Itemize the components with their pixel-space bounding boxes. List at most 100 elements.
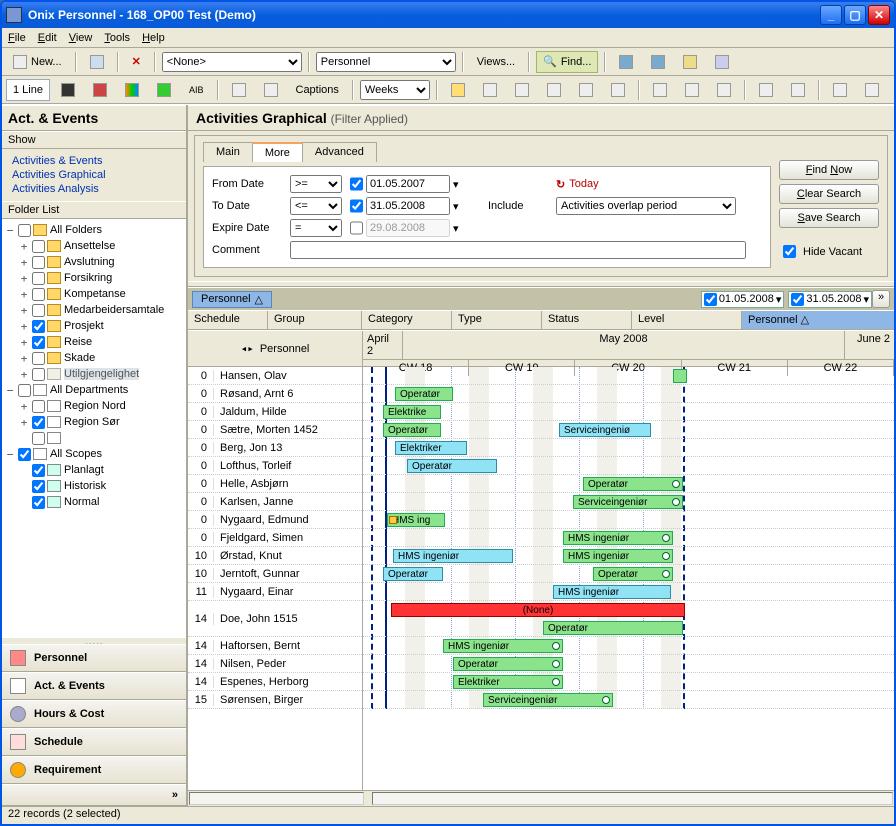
expire-op[interactable]: =: [290, 219, 342, 237]
person-row[interactable]: 0Sætre, Morten 1452: [188, 421, 362, 439]
nav-personnel[interactable]: Personnel: [2, 644, 186, 672]
gantt-bar[interactable]: Elektriker: [395, 441, 467, 455]
fromdate-input[interactable]: [366, 175, 450, 193]
chart-column[interactable]: April 2 May 2008 June 2 CW 18CW 19CW 20C…: [363, 331, 894, 790]
layout2-button[interactable]: [644, 51, 672, 73]
link-act-graphical[interactable]: Activities Graphical: [12, 169, 176, 181]
layout3-button[interactable]: [676, 51, 704, 73]
col-group[interactable]: Group: [268, 311, 362, 329]
nav-schedule[interactable]: Schedule: [2, 728, 186, 756]
person-row[interactable]: 0Karlsen, Janne: [188, 493, 362, 511]
g7[interactable]: [646, 79, 674, 101]
g6[interactable]: [604, 79, 632, 101]
scope-0[interactable]: Planlagt: [64, 464, 104, 476]
gantt-bar[interactable]: HMS ingeniør: [563, 531, 673, 545]
col-schedule[interactable]: Schedule: [188, 311, 268, 329]
folder-check-5[interactable]: [32, 320, 45, 333]
col-status[interactable]: Status: [542, 311, 632, 329]
range-to[interactable]: 31.05.2008▾: [788, 291, 872, 308]
folder-1[interactable]: Avslutning: [64, 256, 115, 268]
g8[interactable]: [678, 79, 706, 101]
gantt-bar[interactable]: Operatør: [383, 423, 441, 437]
alldepts-check[interactable]: [18, 384, 31, 397]
folder-3[interactable]: Kompetanse: [64, 288, 126, 300]
gantt-bar[interactable]: [673, 369, 687, 383]
gantt-bar[interactable]: Serviceingeniør: [483, 693, 613, 707]
range-from[interactable]: 01.05.2008▾: [701, 291, 785, 308]
group-chip[interactable]: Personnel△: [192, 291, 272, 308]
folder-2[interactable]: Forsikring: [64, 272, 112, 284]
todate-op[interactable]: <=: [290, 197, 342, 215]
folder-8[interactable]: Utilgjengelighet: [64, 368, 139, 380]
tab-main[interactable]: Main: [203, 142, 253, 162]
person-row[interactable]: 0Berg, Jon 13: [188, 439, 362, 457]
range-more[interactable]: »: [872, 290, 890, 308]
fromdate-drop[interactable]: ▾: [453, 178, 459, 191]
todate-input[interactable]: [366, 197, 450, 215]
folder-check-7[interactable]: [32, 352, 45, 365]
tool-icon-7[interactable]: [257, 79, 285, 101]
gantt-bar[interactable]: HMS ing: [387, 513, 445, 527]
g11[interactable]: [784, 79, 812, 101]
folder-5[interactable]: Prosjekt: [64, 320, 104, 332]
save-search-button[interactable]: Save Search: [779, 208, 879, 228]
gantt-bar[interactable]: Operatør: [593, 567, 673, 581]
layout1-button[interactable]: [612, 51, 640, 73]
g1[interactable]: [444, 79, 472, 101]
allscopes-check[interactable]: [18, 448, 31, 461]
folder-check-8[interactable]: [32, 368, 45, 381]
g9[interactable]: [710, 79, 738, 101]
col-category[interactable]: Category: [362, 311, 452, 329]
col-type[interactable]: Type: [452, 311, 542, 329]
views-button[interactable]: Views...: [470, 51, 522, 73]
person-row[interactable]: 0Hansen, Olav: [188, 367, 362, 385]
gantt-bar[interactable]: HMS ingeniør: [393, 549, 513, 563]
today-button[interactable]: Today: [556, 178, 746, 191]
person-row[interactable]: 14Nilsen, Peder: [188, 655, 362, 673]
dept-check-2[interactable]: [32, 432, 45, 445]
folder-check-0[interactable]: [32, 240, 45, 253]
maximize-button[interactable]: ▢: [844, 5, 866, 25]
folder-check-2[interactable]: [32, 272, 45, 285]
gantt-bar[interactable]: Elektrike: [383, 405, 441, 419]
scope-1[interactable]: Historisk: [64, 480, 106, 492]
scroll-left-right[interactable]: ◂▸: [241, 342, 254, 355]
tool-icon-5[interactable]: AIB: [182, 79, 211, 101]
folder-6[interactable]: Reise: [64, 336, 92, 348]
todate-drop[interactable]: ▾: [453, 200, 459, 213]
tab-advanced[interactable]: Advanced: [302, 142, 377, 162]
minimize-button[interactable]: _: [820, 5, 842, 25]
link-act-analysis[interactable]: Activities Analysis: [12, 183, 176, 195]
folder-check-6[interactable]: [32, 336, 45, 349]
allfolders-check[interactable]: [18, 224, 31, 237]
folder-check-3[interactable]: [32, 288, 45, 301]
find-button[interactable]: 🔍Find...: [536, 51, 598, 73]
gantt-bar[interactable]: HMS ingeniør: [553, 585, 671, 599]
gantt-bar[interactable]: HMS ingeniør: [563, 549, 673, 563]
person-row[interactable]: 0Nygaard, Edmund: [188, 511, 362, 529]
include-select[interactable]: Activities overlap period: [556, 197, 736, 215]
new-button[interactable]: New...: [6, 51, 69, 73]
gantt-bar[interactable]: (None): [391, 603, 685, 617]
one-line-button[interactable]: 1 Line: [6, 79, 50, 101]
gantt-bar[interactable]: Operatør: [395, 387, 453, 401]
scope-check-2[interactable]: [32, 496, 45, 509]
gantt-bar[interactable]: Operatør: [383, 567, 443, 581]
person-row[interactable]: 14Doe, John 1515: [188, 601, 362, 637]
g13[interactable]: [858, 79, 886, 101]
hide-vacant[interactable]: Hide Vacant: [779, 242, 879, 261]
gantt-bar[interactable]: Elektriker: [453, 675, 563, 689]
person-row[interactable]: 0Lofthus, Torleif: [188, 457, 362, 475]
gantt-bar[interactable]: Operatør: [453, 657, 563, 671]
person-row[interactable]: 10Jerntoft, Gunnar: [188, 565, 362, 583]
col-level[interactable]: Level: [632, 311, 742, 329]
gantt-bar[interactable]: Operatør: [583, 477, 683, 491]
filter2-select[interactable]: Personnel: [316, 52, 456, 72]
gantt-hscroll[interactable]: [188, 790, 894, 806]
g2[interactable]: [476, 79, 504, 101]
person-row[interactable]: 14Espenes, Herborg: [188, 673, 362, 691]
menu-tools[interactable]: Tools: [104, 32, 130, 44]
tool-icon-6[interactable]: [225, 79, 253, 101]
captions-button[interactable]: Captions: [289, 79, 346, 101]
folder-4[interactable]: Medarbeidersamtale: [64, 304, 164, 316]
